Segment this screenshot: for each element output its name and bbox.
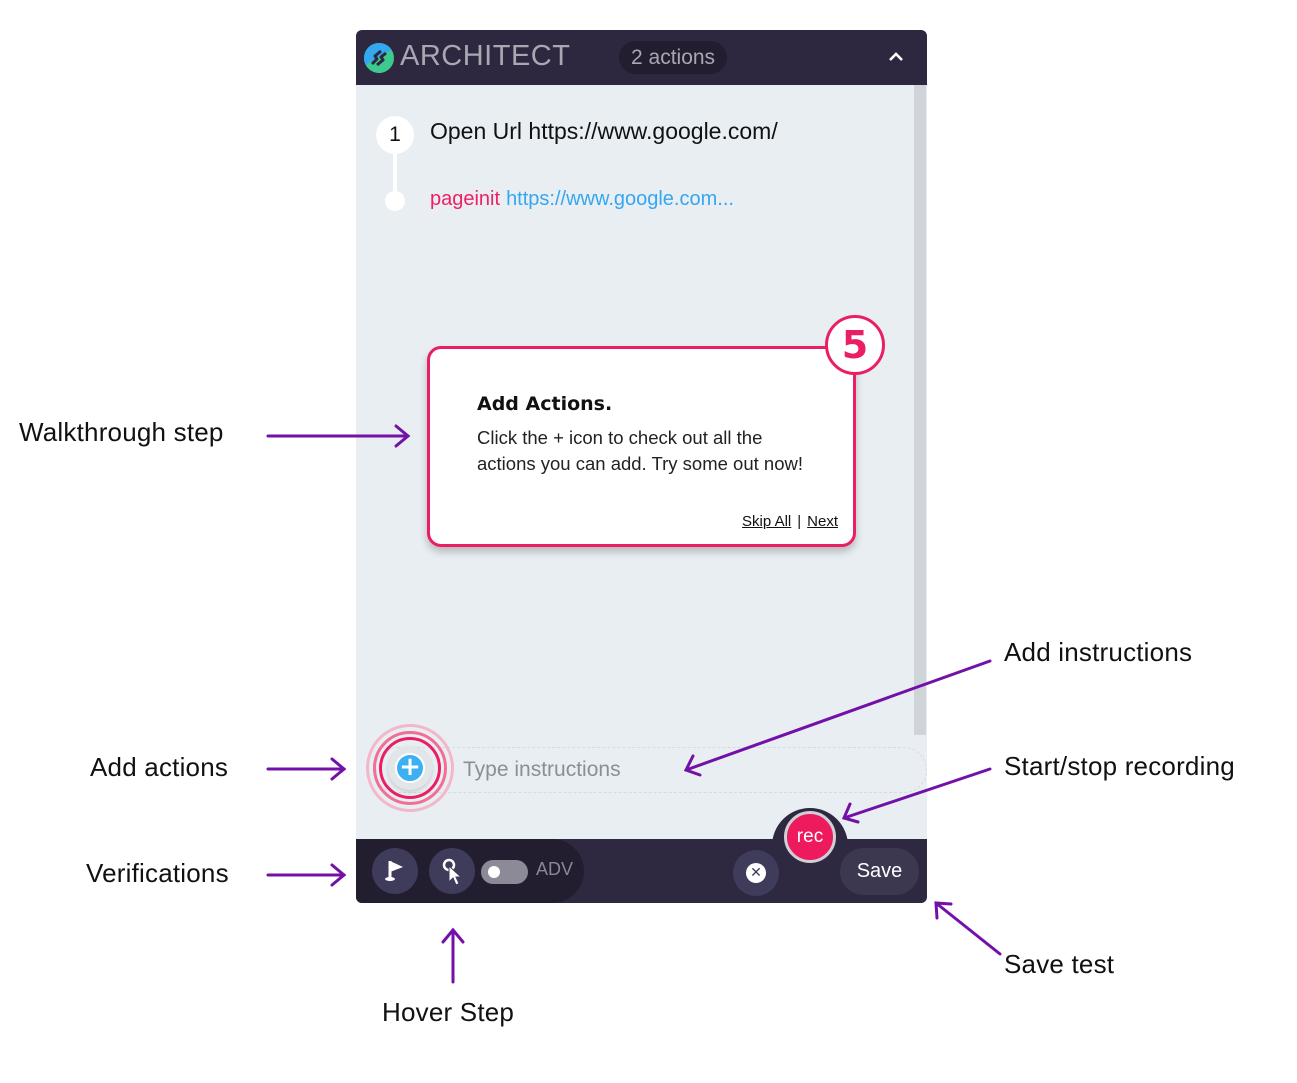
substep-url[interactable]: https://www.google.com... (506, 188, 734, 210)
substep-event: pageinit (430, 188, 501, 210)
walkthrough-body: Click the + icon to check out all the ac… (477, 427, 803, 474)
plus-icon: + (395, 753, 425, 783)
skip-all-link[interactable]: Skip All (742, 513, 791, 530)
arrow-add-actions (266, 757, 347, 781)
hover-step-button[interactable] (429, 848, 475, 894)
panel-header: ARCHITECT 2 actions (356, 30, 927, 85)
architect-panel: ARCHITECT 2 actions 1 Open Url https://w… (356, 30, 927, 903)
arrow-save-test (934, 901, 1002, 956)
arrow-hover-step (441, 927, 465, 984)
toggle-knob (488, 866, 500, 878)
walkthrough-step-badge: 5 (825, 315, 885, 375)
brand-name: ARCHITECT (400, 40, 571, 72)
scrollbar[interactable] (914, 85, 926, 735)
step-title: Open Url https://www.google.com/ (430, 118, 778, 144)
annotation-add-instructions: Add instructions (1004, 637, 1193, 667)
walkthrough-card: Add Actions. Click the + icon to check o… (427, 346, 856, 547)
annotation-save-test: Save test (1004, 949, 1115, 979)
arrow-verifications (266, 863, 347, 887)
substep-dot (385, 191, 405, 211)
annotation-start-stop-recording: Start/stop recording (1004, 751, 1235, 781)
architect-logo-icon (364, 43, 394, 73)
footer-tools: ADV (356, 839, 584, 903)
hover-pointer-icon (442, 858, 463, 886)
flag-icon (385, 861, 403, 881)
verification-button[interactable] (372, 848, 418, 894)
collapse-button[interactable] (883, 44, 909, 70)
annotation-add-actions: Add actions (90, 752, 229, 782)
walkthrough-links: Skip All | Next (742, 513, 838, 530)
step-number: 1 (376, 116, 414, 154)
cancel-button[interactable]: ✕ (733, 850, 779, 896)
link-separator: | (797, 513, 802, 530)
close-icon: ✕ (746, 863, 766, 883)
walkthrough-title: Add Actions. (477, 393, 613, 415)
instructions-field[interactable] (374, 747, 927, 793)
action-count-badge: 2 actions (619, 41, 728, 74)
substep-row: pageinit https://www.google.com... (430, 188, 734, 211)
add-action-button[interactable]: + (388, 746, 432, 790)
record-button[interactable]: rec (784, 811, 836, 863)
annotation-hover-step: Hover Step (382, 997, 515, 1027)
annotation-verifications: Verifications (86, 858, 229, 888)
adv-label: ADV (536, 859, 574, 879)
save-button[interactable]: Save (840, 848, 919, 895)
adv-toggle[interactable] (481, 860, 528, 884)
next-link[interactable]: Next (807, 513, 838, 530)
annotation-walkthrough-step: Walkthrough step (19, 417, 224, 447)
chevron-up-icon (889, 52, 903, 61)
instructions-input[interactable] (463, 754, 903, 786)
